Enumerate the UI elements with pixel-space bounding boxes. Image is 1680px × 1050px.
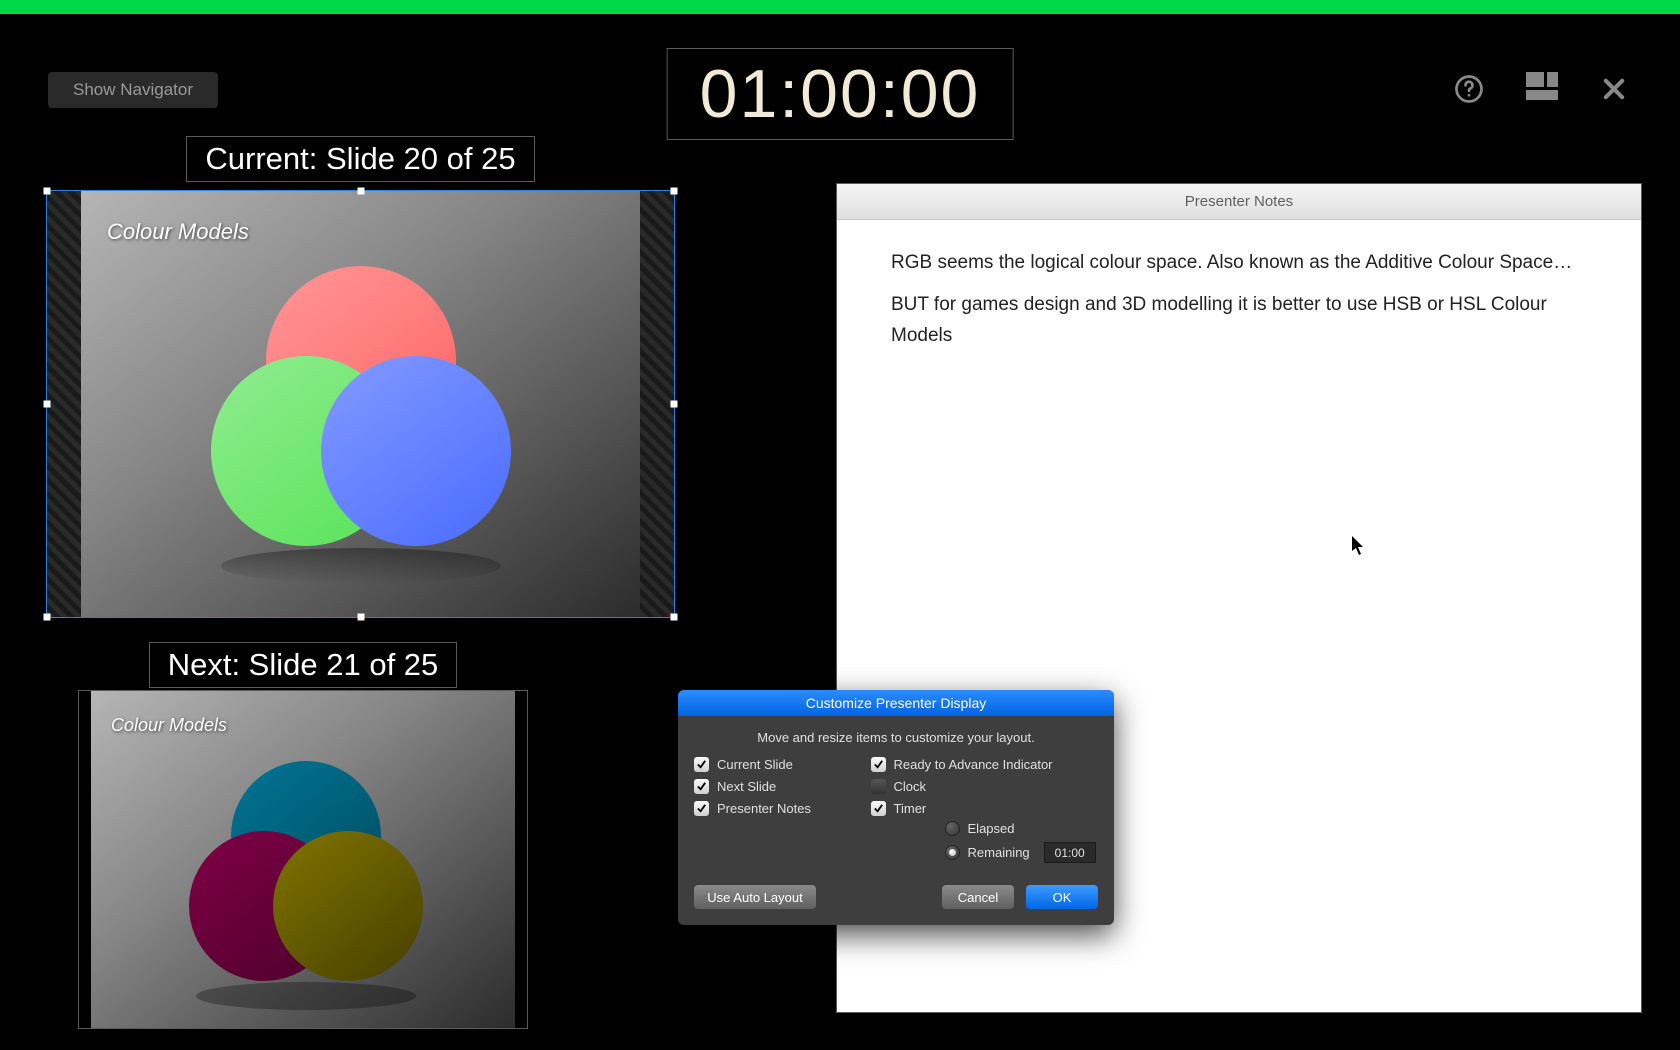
- ok-button[interactable]: OK: [1026, 885, 1098, 909]
- mouse-cursor-icon: [1352, 536, 1366, 556]
- radio-icon[interactable]: [945, 845, 960, 860]
- checkbox-icon[interactable]: [694, 757, 709, 772]
- next-slide-preview[interactable]: Colour Models: [78, 690, 528, 1029]
- option-timer[interactable]: Timer: [871, 801, 1098, 816]
- layout-icon[interactable]: [1526, 72, 1558, 105]
- option-presenter-notes[interactable]: Presenter Notes: [694, 801, 863, 816]
- option-clock[interactable]: Clock: [871, 779, 1098, 794]
- use-auto-layout-button[interactable]: Use Auto Layout: [694, 885, 816, 909]
- show-navigator-button[interactable]: Show Navigator: [48, 72, 218, 108]
- presenter-notes-body[interactable]: RGB seems the logical colour space. Also…: [837, 220, 1641, 391]
- checkbox-icon[interactable]: [694, 779, 709, 794]
- current-slide-preview[interactable]: Colour Models: [46, 190, 675, 618]
- help-icon[interactable]: [1454, 74, 1484, 104]
- radio-remaining[interactable]: Remaining: [945, 842, 1098, 863]
- option-ready-indicator[interactable]: Ready to Advance Indicator: [871, 757, 1098, 772]
- customize-presenter-dialog[interactable]: Customize Presenter Display Move and res…: [678, 690, 1114, 925]
- dialog-titlebar[interactable]: Customize Presenter Display: [678, 690, 1114, 716]
- checkbox-icon[interactable]: [871, 801, 886, 816]
- checkbox-icon[interactable]: [871, 757, 886, 772]
- cancel-button[interactable]: Cancel: [942, 885, 1014, 909]
- ready-indicator-bar: [0, 0, 1680, 14]
- option-current-slide[interactable]: Current Slide: [694, 757, 863, 772]
- option-next-slide[interactable]: Next Slide: [694, 779, 863, 794]
- timer-display[interactable]: 01:00:00: [667, 48, 1014, 140]
- note-line: RGB seems the logical colour space. Also…: [891, 248, 1587, 278]
- close-icon[interactable]: [1600, 75, 1628, 103]
- next-slide-label: Next: Slide 21 of 25: [149, 642, 458, 688]
- dialog-subtitle: Move and resize items to customize your …: [678, 716, 1114, 757]
- current-slide-label: Current: Slide 20 of 25: [186, 136, 534, 182]
- note-line: BUT for games design and 3D modelling it…: [891, 290, 1587, 351]
- presenter-notes-header: Presenter Notes: [837, 184, 1641, 220]
- checkbox-icon[interactable]: [694, 801, 709, 816]
- remaining-time-input[interactable]: [1044, 842, 1096, 863]
- radio-elapsed[interactable]: Elapsed: [945, 821, 1098, 836]
- radio-icon[interactable]: [945, 821, 960, 836]
- checkbox-icon[interactable]: [871, 779, 886, 794]
